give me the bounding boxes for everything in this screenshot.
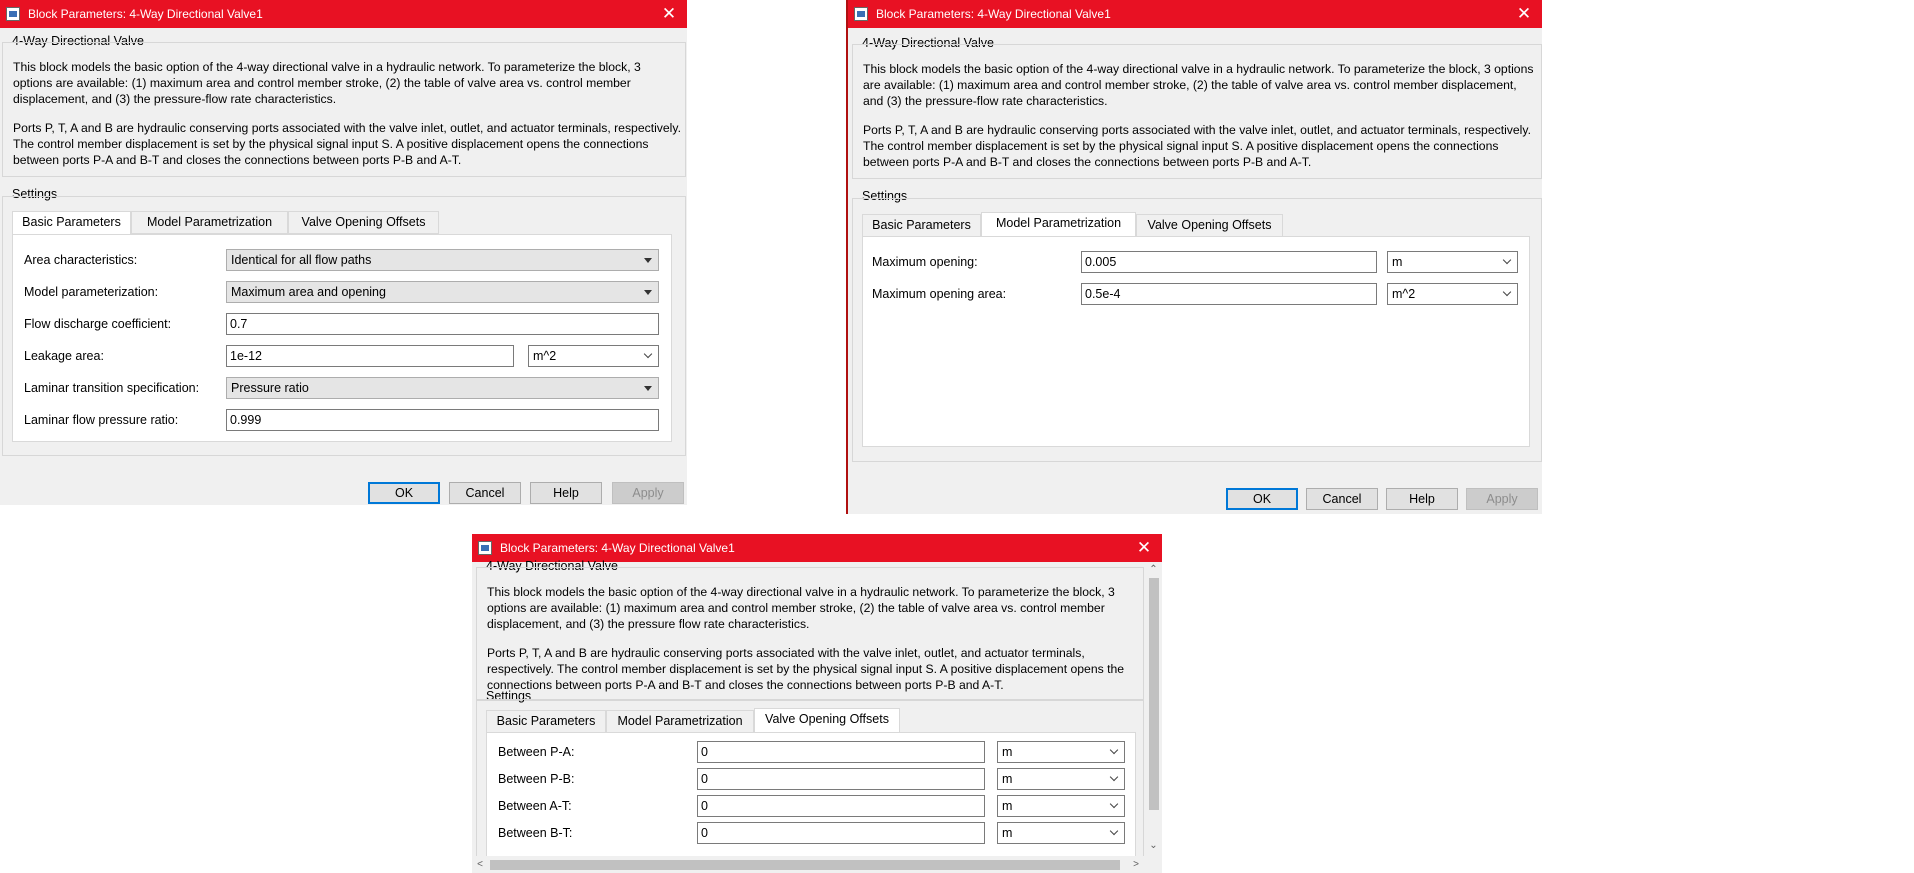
- simulink-block-icon: [478, 541, 492, 555]
- simulink-block-icon: [854, 7, 868, 21]
- tab-basic-parameters[interactable]: Basic Parameters: [486, 710, 606, 733]
- chevron-down-icon: [1109, 745, 1119, 755]
- scroll-up-icon[interactable]: ⌃: [1145, 564, 1162, 576]
- title-bar[interactable]: Block Parameters: 4-Way Directional Valv…: [848, 0, 1542, 28]
- param-label-between-b-t: Between B-T:: [498, 826, 573, 840]
- tab-valve-opening-offsets[interactable]: Valve Opening Offsets: [288, 211, 439, 234]
- description-paragraph-1: This block models the basic option of th…: [863, 62, 1534, 108]
- chevron-down-icon: [1502, 255, 1512, 265]
- chevron-down-icon: [643, 349, 653, 359]
- window-title: Block Parameters: 4-Way Directional Valv…: [500, 541, 735, 555]
- flow-discharge-coefficient-input[interactable]: [226, 313, 659, 335]
- tab-valve-opening-offsets[interactable]: Valve Opening Offsets: [1136, 214, 1283, 237]
- close-icon[interactable]: ✕: [1126, 534, 1162, 562]
- description-paragraph-2: Ports P, T, A and B are hydraulic conser…: [13, 121, 681, 167]
- area-characteristics-dropdown[interactable]: Identical for all flow paths: [226, 249, 659, 271]
- scroll-left-icon[interactable]: <: [474, 859, 486, 871]
- param-label-leakage-area: Leakage area:: [24, 349, 104, 363]
- description-paragraph-1: This block models the basic option of th…: [487, 585, 1115, 631]
- maximum-opening-unit-dropdown[interactable]: m: [1387, 251, 1518, 273]
- dialog-basic-parameters: Block Parameters: 4-Way Directional Valv…: [0, 0, 687, 505]
- description-paragraph-2: Ports P, T, A and B are hydraulic conser…: [487, 646, 1125, 692]
- leakage-area-input[interactable]: [226, 345, 514, 367]
- chevron-down-icon: [1502, 287, 1512, 297]
- between-p-b-unit-dropdown[interactable]: m: [997, 768, 1125, 790]
- dropdown-caret-icon: [644, 258, 652, 263]
- between-a-t-input[interactable]: [697, 795, 985, 817]
- title-bar[interactable]: Block Parameters: 4-Way Directional Valv…: [472, 534, 1162, 562]
- description-group: This block models the basic option of th…: [476, 567, 1144, 701]
- apply-button[interactable]: Apply: [612, 482, 684, 504]
- chevron-down-icon: [1109, 826, 1119, 836]
- tab-panel: Between P-A: m Between P-B: m Between A-…: [486, 732, 1136, 872]
- window-title: Block Parameters: 4-Way Directional Valv…: [876, 7, 1111, 21]
- close-icon[interactable]: ✕: [1506, 0, 1542, 28]
- simulink-block-icon: [6, 7, 20, 21]
- maximum-opening-area-input[interactable]: [1081, 283, 1377, 305]
- horizontal-scroll-thumb[interactable]: [490, 860, 1120, 870]
- between-p-a-input[interactable]: [697, 741, 985, 763]
- param-label-flow-discharge-coefficient: Flow discharge coefficient:: [24, 317, 172, 331]
- tab-valve-opening-offsets[interactable]: Valve Opening Offsets: [754, 708, 900, 733]
- maximum-opening-area-unit-dropdown[interactable]: m^2: [1387, 283, 1518, 305]
- ok-button[interactable]: OK: [368, 482, 440, 504]
- description-group: This block models the basic option of th…: [852, 44, 1542, 179]
- param-label-area-characteristics: Area characteristics:: [24, 253, 138, 267]
- between-a-t-unit-dropdown[interactable]: m: [997, 795, 1125, 817]
- chevron-down-icon: [1109, 799, 1119, 809]
- between-p-b-input[interactable]: [697, 768, 985, 790]
- tab-panel: Maximum opening: m Maximum opening area:…: [862, 236, 1530, 447]
- vertical-scrollbar[interactable]: ⌃ ⌄: [1145, 562, 1162, 854]
- help-button[interactable]: Help: [1386, 488, 1458, 510]
- param-label-laminar-transition-specification: Laminar transition specification:: [24, 381, 200, 395]
- tab-panel: Area characteristics: Identical for all …: [12, 234, 672, 442]
- dialog-valve-opening-offsets: Block Parameters: 4-Way Directional Valv…: [472, 534, 1162, 873]
- tab-model-parametrization[interactable]: Model Parametrization: [131, 211, 288, 234]
- chevron-down-icon: [1109, 772, 1119, 782]
- param-label-between-p-a: Between P-A:: [498, 745, 575, 759]
- maximum-opening-input[interactable]: [1081, 251, 1377, 273]
- param-label-model-parameterization: Model parameterization:: [24, 285, 159, 299]
- tab-model-parametrization[interactable]: Model Parametrization: [981, 212, 1136, 237]
- param-label-maximum-opening-area: Maximum opening area:: [872, 287, 1007, 301]
- between-b-t-input[interactable]: [697, 822, 985, 844]
- title-bar[interactable]: Block Parameters: 4-Way Directional Valv…: [0, 0, 687, 28]
- description-paragraph-1: This block models the basic option of th…: [13, 60, 641, 106]
- scroll-down-icon[interactable]: ⌄: [1145, 840, 1162, 852]
- cancel-button[interactable]: Cancel: [1306, 488, 1378, 510]
- param-label-between-a-t: Between A-T:: [498, 799, 572, 813]
- apply-button[interactable]: Apply: [1466, 488, 1538, 510]
- leakage-area-unit-dropdown[interactable]: m^2: [528, 345, 659, 367]
- description-paragraph-2: Ports P, T, A and B are hydraulic conser…: [863, 123, 1531, 169]
- model-parameterization-dropdown[interactable]: Maximum area and opening: [226, 281, 659, 303]
- horizontal-scrollbar[interactable]: < >: [472, 856, 1145, 873]
- param-label-maximum-opening: Maximum opening:: [872, 255, 978, 269]
- tab-basic-parameters[interactable]: Basic Parameters: [12, 211, 131, 236]
- vertical-scroll-thumb[interactable]: [1149, 578, 1159, 810]
- tab-model-parametrization[interactable]: Model Parametrization: [606, 710, 754, 733]
- dropdown-caret-icon: [644, 290, 652, 295]
- dialog-model-parametrization: Block Parameters: 4-Way Directional Valv…: [846, 0, 1542, 514]
- close-icon[interactable]: ✕: [651, 0, 687, 28]
- between-p-a-unit-dropdown[interactable]: m: [997, 741, 1125, 763]
- laminar-flow-pressure-ratio-input[interactable]: [226, 409, 659, 431]
- scroll-right-icon[interactable]: >: [1130, 859, 1142, 871]
- cancel-button[interactable]: Cancel: [449, 482, 521, 504]
- help-button[interactable]: Help: [530, 482, 602, 504]
- between-b-t-unit-dropdown[interactable]: m: [997, 822, 1125, 844]
- ok-button[interactable]: OK: [1226, 488, 1298, 510]
- dropdown-caret-icon: [644, 386, 652, 391]
- param-label-laminar-flow-pressure-ratio: Laminar flow pressure ratio:: [24, 413, 179, 427]
- tab-basic-parameters[interactable]: Basic Parameters: [862, 214, 981, 237]
- laminar-transition-specification-dropdown[interactable]: Pressure ratio: [226, 377, 659, 399]
- param-label-between-p-b: Between P-B:: [498, 772, 575, 786]
- window-title: Block Parameters: 4-Way Directional Valv…: [28, 7, 263, 21]
- description-group: This block models the basic option of th…: [2, 42, 686, 177]
